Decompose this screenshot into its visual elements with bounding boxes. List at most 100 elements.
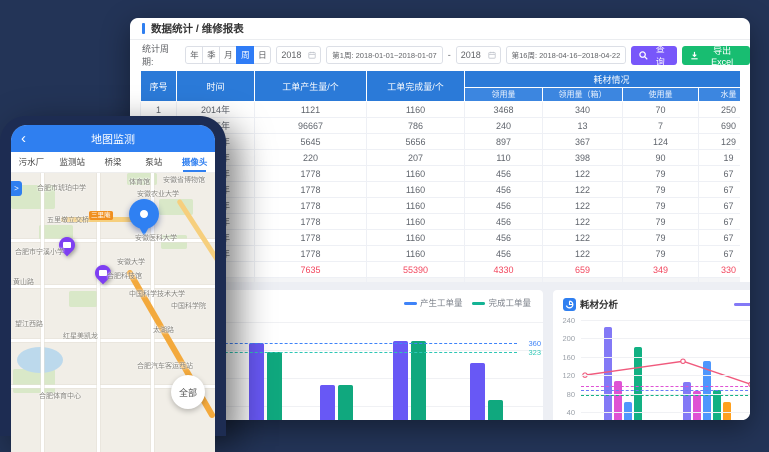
phone-tab-bar: 污水厂监测站桥梁泵站摄像头	[11, 152, 215, 173]
phone-page-title: 地图监测	[91, 131, 135, 147]
end-week-input[interactable]: 第16周: 2018-04-16~2018-04-22	[506, 46, 627, 64]
y-axis-tick: 120	[553, 371, 575, 380]
period-option-周[interactable]: 周	[236, 46, 254, 64]
table-cell: 1160	[367, 182, 465, 198]
gridline	[581, 394, 750, 395]
table-cell: 1121	[255, 102, 367, 118]
consumables-chart-card: 耗材分析 2402001601208040	[553, 290, 750, 420]
table-row: 92022年177811604561227967	[141, 230, 741, 246]
y-axis-tick: 160	[553, 353, 575, 362]
table-cell: 1160	[367, 198, 465, 214]
export-button-label: 导出Excel	[702, 44, 742, 67]
table-row: 62019年177811604561227967	[141, 182, 741, 198]
map-label: 中国科学技术大学	[129, 289, 185, 299]
gridline	[581, 375, 750, 376]
table-cell: 659	[543, 262, 623, 278]
table-cell: 79	[623, 230, 699, 246]
table-cell: 240	[465, 118, 543, 134]
start-year-select[interactable]: 2018	[276, 46, 321, 64]
back-arrow-icon[interactable]: ‹	[21, 126, 26, 151]
phone-tab-泵站[interactable]: 泵站	[133, 152, 174, 172]
period-option-季[interactable]: 季	[202, 46, 220, 64]
range-separator: -	[448, 50, 451, 60]
map-label: 黄山路	[13, 277, 34, 287]
phone-tab-摄像头[interactable]: 摄像头	[174, 152, 215, 172]
group-header: 耗材情况	[465, 71, 741, 88]
map-park	[69, 291, 97, 307]
map-label: 五里墩立交桥	[47, 215, 89, 225]
map-view[interactable]: 三里庵 > 全部 合肥市琥珀中学体育馆安徽农业大学安徽省博物馆五里墩立交桥安徽医…	[11, 173, 215, 452]
chart-title: 耗材分析	[580, 297, 618, 311]
table-row: 82021年177811604561227967	[141, 214, 741, 230]
phone-tab-污水厂[interactable]: 污水厂	[11, 152, 52, 172]
map-label: 安徽医科大学	[135, 233, 177, 243]
table-cell: 1778	[255, 198, 367, 214]
bar-产生工单量	[470, 363, 485, 420]
map-label: 安徽大学	[117, 257, 145, 267]
table-cell: 122	[543, 198, 623, 214]
table-cell: 456	[465, 166, 543, 182]
table-cell: 250	[699, 102, 741, 118]
total-row: 合计7635553904330659349330	[141, 262, 741, 278]
legend-item: 产生工单量	[404, 297, 463, 309]
table-cell: 1160	[367, 166, 465, 182]
table-cell: 122	[543, 230, 623, 246]
gridline	[581, 338, 750, 339]
table-cell: 79	[623, 166, 699, 182]
map-label: 望江西路	[15, 319, 43, 329]
table-cell: 220	[255, 150, 367, 166]
table-cell: 456	[465, 214, 543, 230]
map-label: 合肥汽车客运西站	[137, 361, 193, 371]
map-label: 安徽农业大学	[137, 189, 179, 199]
table-cell: 786	[367, 118, 465, 134]
table-cell: 1160	[367, 230, 465, 246]
sub-column-header: 水量	[699, 88, 741, 102]
period-option-日[interactable]: 日	[253, 46, 271, 64]
breadcrumb: 数据统计 / 维修报表	[151, 21, 244, 36]
breadcrumb-accent	[142, 23, 145, 34]
map-label: 合肥体育中心	[39, 391, 81, 401]
legend-item: 完成工单量	[472, 297, 531, 309]
pie-chart-icon	[563, 298, 576, 311]
table-cell: 67	[699, 166, 741, 182]
period-segmented-control: 年季月周日	[185, 46, 271, 64]
table-cell: 1160	[367, 214, 465, 230]
table-cell: 122	[543, 166, 623, 182]
period-option-年[interactable]: 年	[185, 46, 203, 64]
query-button[interactable]: 查询	[631, 46, 677, 65]
show-all-button[interactable]: 全部	[171, 375, 205, 409]
panel-expander[interactable]: >	[11, 181, 22, 196]
table-header-row: 序号时间工单产生量/个工单完成量/个耗材情况	[141, 71, 741, 88]
export-excel-button[interactable]: 导出Excel	[682, 46, 750, 65]
road-name-badge: 三里庵	[89, 211, 113, 220]
table-cell: 897	[465, 134, 543, 150]
table-cell: 690	[699, 118, 741, 134]
query-button-label: 查询	[651, 42, 669, 68]
table-cell: 79	[623, 198, 699, 214]
map-road	[41, 173, 44, 452]
phone-tab-桥梁[interactable]: 桥梁	[93, 152, 134, 172]
table-cell: 367	[543, 134, 623, 150]
table-cell: 67	[699, 182, 741, 198]
column-header: 时间	[177, 71, 255, 102]
selected-camera-pin[interactable]	[129, 199, 159, 237]
start-week-input[interactable]: 第1周: 2018-01-01~2018-01-07	[326, 46, 442, 64]
phone-tab-监测站[interactable]: 监测站	[52, 152, 93, 172]
table-row: 102023年177811604561227967	[141, 246, 741, 262]
filter-bar: 统计周期: 年季月周日 2018 第1周: 2018-01-01~2018-01…	[130, 40, 750, 70]
table-row: 12014年11211160346834070250	[141, 102, 741, 118]
table-cell: 67	[699, 198, 741, 214]
phone-screen: ‹ 地图监测 污水厂监测站桥梁泵站摄像头 三里庵 >	[11, 125, 215, 452]
chart-title-row: 耗材分析	[563, 297, 618, 311]
calendar-icon	[488, 51, 496, 59]
end-year-select[interactable]: 2018	[456, 46, 501, 64]
table-row: 72020年177811604561227967	[141, 198, 741, 214]
period-option-月[interactable]: 月	[219, 46, 237, 64]
table-cell: 1778	[255, 166, 367, 182]
table-cell: 456	[465, 230, 543, 246]
table-cell: 122	[543, 246, 623, 262]
table-row: 42017年2202071103989019	[141, 150, 741, 166]
table-cell: 122	[543, 182, 623, 198]
column-header: 工单完成量/个	[367, 71, 465, 102]
y-axis-tick: 240	[553, 316, 575, 325]
